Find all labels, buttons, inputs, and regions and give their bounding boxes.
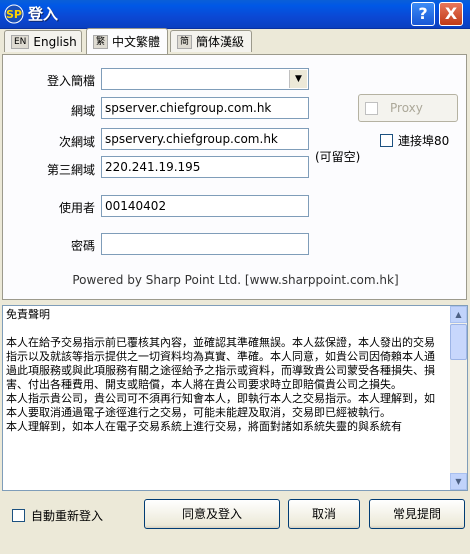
tab-traditional-chinese[interactable]: 繁 中文繁體: [86, 28, 168, 54]
tab-traditional-tag: 繁: [93, 34, 109, 49]
title-bar: SP 登入 ? X: [0, 0, 470, 29]
optional-note: (可留空): [315, 150, 361, 164]
window-title: 登入: [28, 5, 59, 23]
faq-button[interactable]: 常見提問: [369, 499, 465, 529]
auto-relogin-checkbox[interactable]: [12, 509, 25, 522]
disclaimer-text: 免責聲明 本人在給予交易指示前已覆核其內容，並確認其準確無誤。本人茲保證，本人發…: [6, 308, 444, 434]
cancel-button[interactable]: 取消: [288, 499, 360, 529]
close-button[interactable]: X: [439, 2, 463, 26]
port-label: 連接埠80: [398, 134, 450, 148]
proxy-checkbox[interactable]: [365, 101, 378, 115]
password-label: 密碼: [70, 239, 95, 253]
powered-by-text: Powered by Sharp Point Ltd. [www.sharppo…: [72, 273, 399, 287]
disclaimer-scrollbar[interactable]: ▲ ▼: [450, 306, 467, 490]
third-domain-label: 第三網域: [46, 163, 95, 177]
language-tabs: EN English 繁 中文繁體 简 簡体漢級: [0, 28, 470, 56]
scroll-up-icon[interactable]: ▲: [450, 306, 467, 323]
user-input[interactable]: 00140402: [101, 195, 309, 217]
close-icon: X: [444, 4, 458, 23]
tab-simplified-chinese[interactable]: 简 簡体漢級: [170, 30, 252, 52]
secondary-domain-input[interactable]: spservery.chiefgroup.com.hk: [101, 128, 309, 150]
tab-simplified-label: 簡体漢級: [196, 35, 245, 49]
auto-relogin-label: 自動重新登入: [31, 509, 104, 523]
chevron-down-icon[interactable]: ▼: [289, 70, 307, 88]
proxy-label: Proxy: [390, 101, 423, 115]
agree-login-button[interactable]: 同意及登入: [144, 499, 280, 529]
password-input[interactable]: [101, 233, 309, 255]
domain-label: 網域: [70, 104, 95, 118]
disclaimer-paragraph: 本人理解到，如本人在電子交易系統上進行交易，將面對諸如系統失靈的與系統有: [6, 420, 402, 433]
bottom-bar: 自動重新登入 同意及登入 取消 常見提問: [0, 493, 470, 554]
tab-english[interactable]: EN English: [4, 30, 82, 52]
third-domain-input[interactable]: 220.241.19.195: [101, 156, 309, 178]
tab-english-label: English: [33, 34, 77, 49]
disclaimer-title: 免責聲明: [6, 308, 50, 321]
help-icon: ?: [418, 4, 428, 23]
disclaimer-paragraph: 本人指示貴公司，貴公司可不須再行知會本人，即執行本人之交易指示。本人理解到，如本…: [6, 392, 435, 419]
tab-traditional-label: 中文繁體: [112, 35, 161, 49]
auto-relogin-option[interactable]: 自動重新登入: [12, 507, 103, 524]
login-type-label: 登入簡檔: [46, 74, 95, 88]
user-label: 使用者: [58, 201, 95, 215]
tab-simplified-tag: 简: [177, 34, 193, 49]
scroll-down-icon[interactable]: ▼: [450, 473, 467, 490]
scroll-thumb[interactable]: [450, 324, 467, 360]
port-checkbox[interactable]: [380, 134, 393, 147]
proxy-button[interactable]: Proxy: [358, 94, 458, 122]
tab-english-tag: EN: [11, 34, 30, 49]
domain-input[interactable]: spserver.chiefgroup.com.hk: [101, 97, 309, 119]
disclaimer-box[interactable]: 免責聲明 本人在給予交易指示前已覆核其內容，並確認其準確無誤。本人茲保證，本人發…: [2, 305, 468, 491]
help-button[interactable]: ?: [411, 2, 435, 26]
disclaimer-paragraph: 本人在給予交易指示前已覆核其內容，並確認其準確無誤。本人茲保證，本人發出的交易指…: [6, 336, 435, 391]
app-logo-icon: SP: [4, 4, 24, 24]
svg-text:SP: SP: [6, 8, 22, 21]
secondary-domain-label: 次網域: [58, 135, 95, 149]
port-option[interactable]: 連接埠80: [380, 132, 449, 149]
login-panel: 登入簡檔 ▼ 網域 spserver.chiefgroup.com.hk 次網域…: [2, 54, 467, 300]
login-type-select[interactable]: ▼: [101, 68, 309, 90]
